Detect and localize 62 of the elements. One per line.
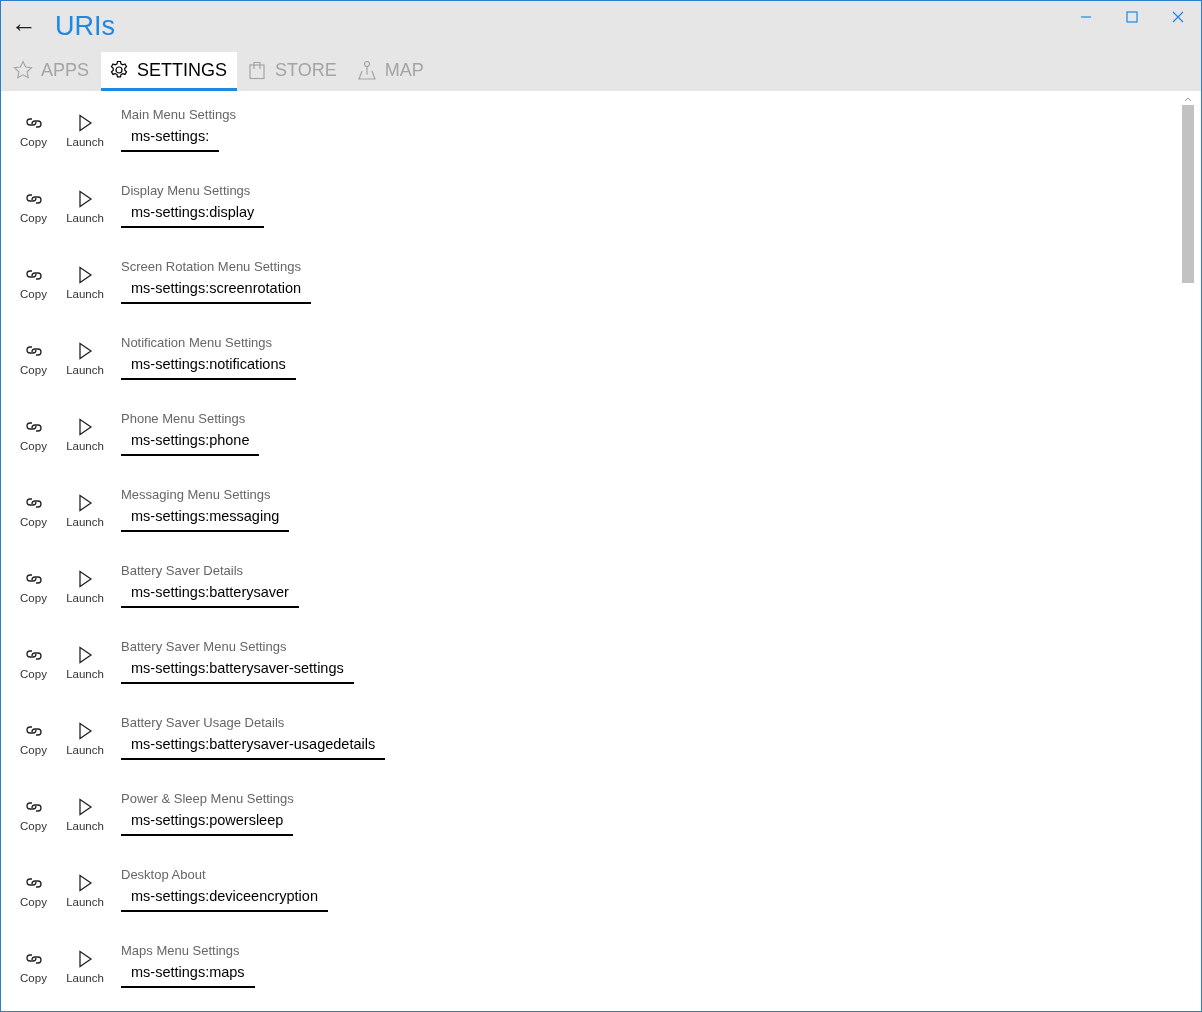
- uri-field[interactable]: ms-settings:messaging: [121, 504, 290, 532]
- copy-button[interactable]: Copy: [11, 253, 56, 300]
- launch-button[interactable]: Launch: [59, 101, 111, 148]
- maximize-icon: [1126, 11, 1138, 23]
- uri-field[interactable]: ms-settings:deviceencryption: [121, 884, 328, 912]
- field-label: Screen Rotation Menu Settings: [121, 259, 301, 274]
- uri-field[interactable]: ms-settings:display: [121, 200, 265, 228]
- window-title: URIs: [55, 11, 115, 42]
- launch-button[interactable]: Launch: [59, 329, 111, 376]
- field-label: Phone Menu Settings: [121, 411, 246, 426]
- uri-field[interactable]: ms-settings:phone: [121, 428, 260, 456]
- copy-button[interactable]: Copy: [11, 557, 56, 604]
- tab-label: MAP: [384, 59, 424, 81]
- launch-button[interactable]: Launch: [59, 253, 111, 300]
- launch-button[interactable]: Launch: [59, 481, 111, 528]
- launch-button[interactable]: Launch: [59, 785, 111, 832]
- field-label: Battery Saver Menu Settings: [121, 639, 287, 654]
- copy-button[interactable]: Copy: [11, 937, 56, 984]
- back-button[interactable]: ←: [3, 8, 49, 45]
- uri-field[interactable]: ms-settings:batterysaver-settings: [121, 656, 354, 684]
- map-pin-icon: [356, 60, 377, 80]
- field-label: Battery Saver Details: [121, 563, 244, 578]
- field-label: Display Menu Settings: [121, 183, 251, 198]
- bag-icon: [247, 60, 268, 80]
- copy-button[interactable]: Copy: [11, 329, 56, 376]
- field-label: Messaging Menu Settings: [121, 487, 271, 502]
- copy-button[interactable]: Copy: [11, 709, 56, 756]
- copy-button[interactable]: Copy: [11, 405, 56, 452]
- uri-field[interactable]: ms-settings:powersleep: [121, 808, 294, 836]
- launch-button[interactable]: Launch: [59, 709, 111, 756]
- launch-button[interactable]: Launch: [59, 405, 111, 452]
- settings-icon: [109, 60, 130, 80]
- uri-field[interactable]: ms-settings:batterysaver: [121, 580, 299, 608]
- close-icon: [1172, 11, 1184, 23]
- tab-label: SETTINGS: [137, 59, 228, 81]
- uri-field[interactable]: ms-settings:screenrotation: [121, 276, 312, 304]
- uri-field[interactable]: ms-settings:: [121, 124, 220, 152]
- tab[interactable]: SETTINGS: [101, 52, 238, 91]
- copy-button[interactable]: Copy: [11, 861, 56, 908]
- copy-button[interactable]: Copy: [11, 785, 56, 832]
- uri-field[interactable]: ms-settings:notifications: [121, 352, 296, 380]
- tab-label: STORE: [275, 59, 337, 81]
- uri-field[interactable]: ms-settings:maps: [121, 960, 255, 988]
- copy-button[interactable]: Copy: [11, 481, 56, 528]
- launch-button[interactable]: Launch: [59, 177, 111, 224]
- field-label: Desktop About: [121, 867, 206, 882]
- copy-button[interactable]: Copy: [11, 633, 56, 680]
- tab-label: APPS: [41, 59, 90, 81]
- scrollbar-thumb[interactable]: [1182, 105, 1194, 283]
- field-label: Battery Saver Usage Details: [121, 715, 285, 730]
- star-icon: [13, 60, 33, 80]
- uri-field[interactable]: ms-settings:batterysaver-usagedetails: [121, 732, 386, 760]
- copy-button[interactable]: Copy: [11, 177, 56, 224]
- field-label: Power & Sleep Menu Settings: [121, 791, 294, 806]
- copy-button[interactable]: Copy: [11, 101, 56, 148]
- launch-button[interactable]: Launch: [59, 633, 111, 680]
- launch-button[interactable]: Launch: [59, 861, 111, 908]
- launch-button[interactable]: Launch: [59, 937, 111, 984]
- field-label: Notification Menu Settings: [121, 335, 273, 350]
- field-label: Main Menu Settings: [121, 107, 236, 122]
- launch-button[interactable]: Launch: [59, 557, 111, 604]
- field-label: Maps Menu Settings: [121, 943, 240, 958]
